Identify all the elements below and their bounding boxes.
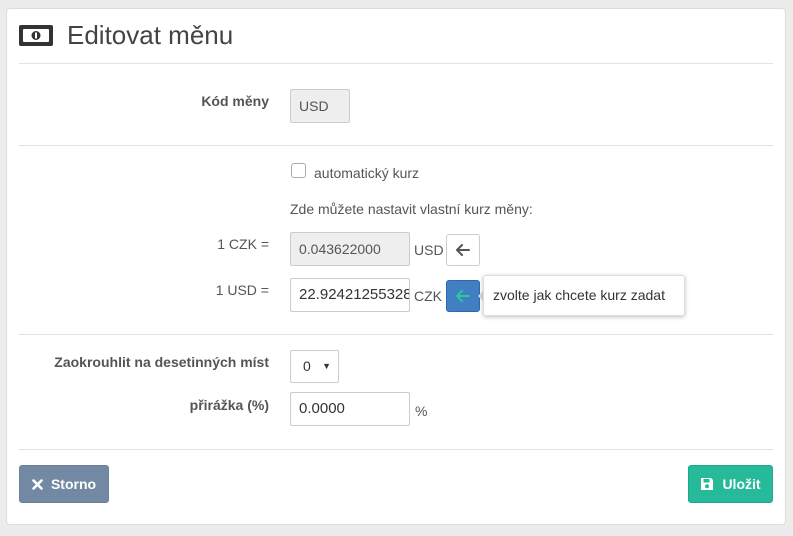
rate-usd-unit: CZK [414, 288, 442, 304]
rate-czk-field: 0.043622000 [290, 232, 410, 266]
save-button[interactable]: Uložit [688, 465, 773, 503]
rate-tooltip: zvolte jak chcete kurz zadat [483, 275, 685, 316]
rate-usd-field[interactable]: 22.92421255328 [290, 278, 410, 312]
money-icon [19, 25, 53, 46]
auto-rate-label[interactable]: automatický kurz [314, 165, 419, 181]
page-title: Editovat měnu [67, 20, 234, 50]
edit-currency-panel: Editovat měnu Kód měny USD automatický k… [6, 8, 786, 525]
rate-czk-select-button[interactable] [446, 234, 480, 266]
auto-rate-checkbox[interactable] [291, 163, 306, 178]
cancel-button[interactable]: Storno [19, 465, 109, 503]
arrow-left-icon [456, 290, 470, 302]
surcharge-field[interactable]: 0.0000 [290, 392, 410, 426]
rate-czk-unit: USD [414, 242, 444, 258]
rate-usd-select-button[interactable] [446, 280, 480, 312]
arrow-left-icon [456, 244, 470, 256]
cancel-button-label: Storno [50, 476, 97, 492]
rate-czk-label: 1 CZK = [217, 236, 269, 252]
custom-rate-hint: Zde můžete nastavit vlastní kurz měny: [290, 201, 533, 217]
surcharge-unit: % [415, 403, 428, 419]
currency-code-label: Kód měny [201, 93, 269, 109]
currency-code-field: USD [290, 89, 350, 123]
chevron-down-icon: ▼ [322, 361, 331, 371]
surcharge-label: přirážka (%) [189, 397, 269, 413]
floppy-disk-icon [701, 478, 714, 490]
divider [19, 449, 773, 450]
divider [19, 334, 773, 335]
rounding-select[interactable]: 0 ▼ [290, 350, 339, 383]
panel-header: Editovat měnu [19, 9, 773, 64]
rounding-value: 0 [303, 358, 311, 374]
rounding-label: Zaokrouhlit na desetinných míst [54, 354, 269, 370]
save-button-label: Uložit [722, 476, 761, 492]
rate-usd-label: 1 USD = [215, 282, 269, 298]
divider [19, 145, 773, 146]
close-icon [32, 478, 43, 490]
